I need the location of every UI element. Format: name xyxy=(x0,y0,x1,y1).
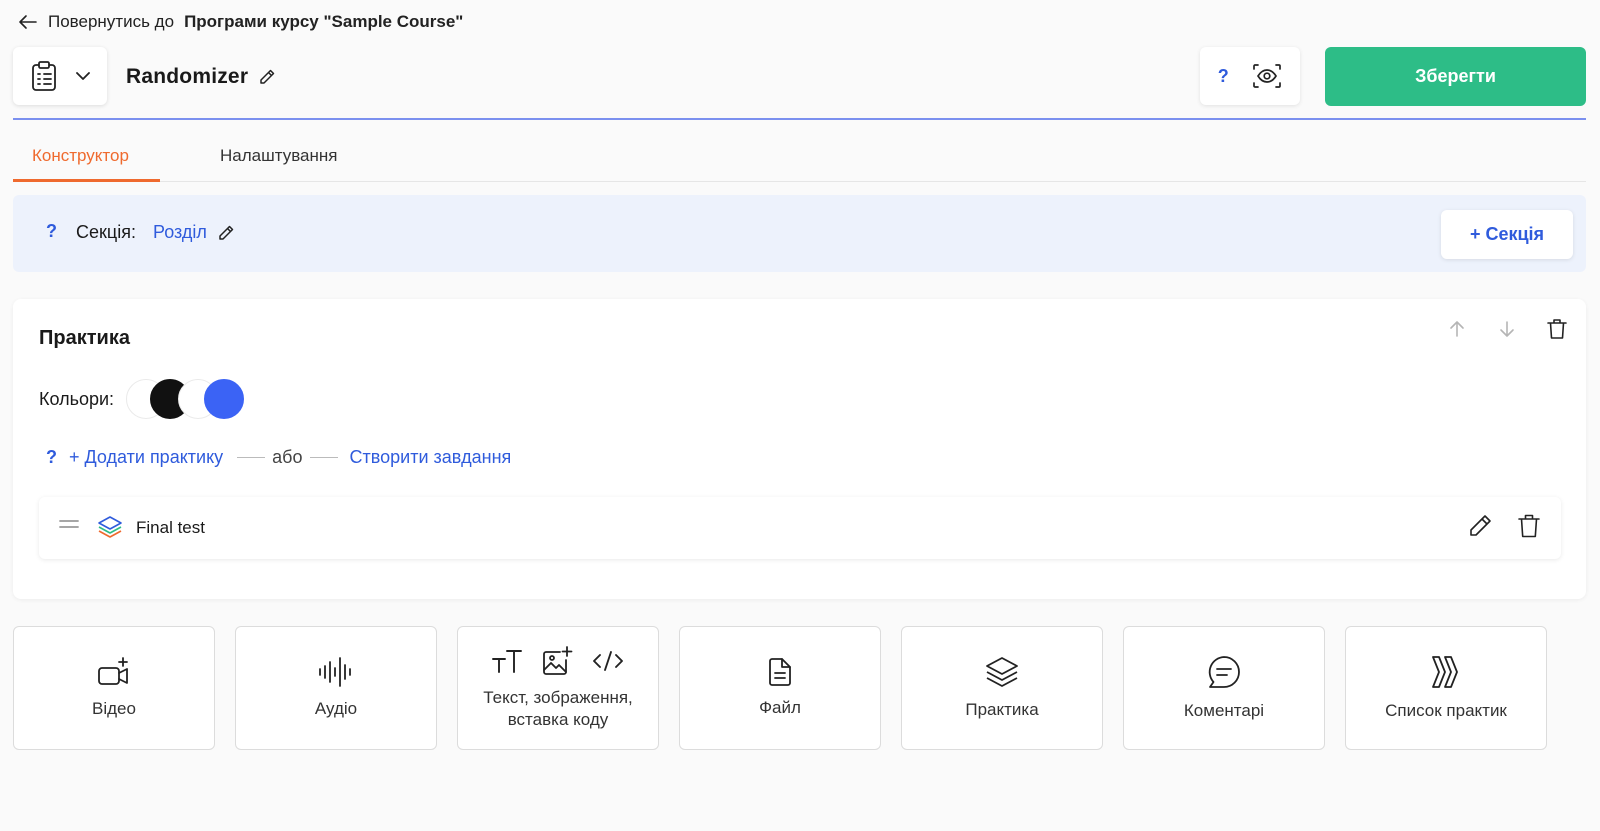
pencil-icon[interactable] xyxy=(258,68,276,86)
layers-icon xyxy=(984,655,1020,689)
lesson-type-selector[interactable] xyxy=(13,47,107,105)
trash-icon[interactable] xyxy=(1543,315,1571,343)
comment-icon xyxy=(1206,654,1242,690)
chevron-down-icon xyxy=(76,71,90,81)
lesson-title-text: Randomizer xyxy=(126,65,249,88)
arrow-left-icon xyxy=(18,14,38,30)
image-add-icon xyxy=(541,645,573,677)
section-name[interactable]: Розділ xyxy=(153,222,235,243)
practice-item-row[interactable]: Final test xyxy=(39,497,1561,559)
create-task-link[interactable]: Створити завдання xyxy=(350,447,512,468)
section-label: Секція: xyxy=(76,222,136,242)
trash-icon[interactable] xyxy=(1517,513,1541,539)
drag-handle-icon[interactable] xyxy=(59,518,79,530)
block-audio-label: Аудіо xyxy=(314,699,358,718)
back-link[interactable]: Повернутись до Програми курсу "Sample Co… xyxy=(18,12,463,32)
save-button[interactable]: Зберегти xyxy=(1325,47,1586,106)
pencil-icon[interactable] xyxy=(1467,513,1493,539)
practice-item-name: Final test xyxy=(136,518,205,537)
active-tab-underline xyxy=(13,179,160,182)
block-audio[interactable]: Аудіо xyxy=(235,626,437,750)
divider-dash xyxy=(309,457,338,458)
top-tools: ? xyxy=(1200,47,1300,105)
back-link-target: Програми курсу "Sample Course" xyxy=(184,12,464,31)
practice-card: Практика Кольори: ? + Додати практику аб… xyxy=(13,299,1586,599)
divider-dash xyxy=(237,457,266,458)
block-practice-list-label: Список практик xyxy=(1385,701,1507,720)
block-comments[interactable]: Коментарі xyxy=(1123,626,1325,750)
colors-label: Кольори: xyxy=(39,388,115,409)
block-practice-list[interactable]: Список практик xyxy=(1345,626,1547,750)
block-comments-label: Коментарі xyxy=(1183,701,1265,720)
block-practice-label: Практика xyxy=(965,700,1039,719)
text-image-code-icons xyxy=(491,645,625,677)
back-link-prefix: Повернутись до xyxy=(48,12,175,31)
or-text: або xyxy=(272,447,303,467)
card-actions xyxy=(1443,315,1571,343)
file-icon xyxy=(767,657,793,687)
audio-wave-icon xyxy=(317,656,355,688)
help-button[interactable]: ? xyxy=(1218,66,1229,87)
tab-settings[interactable]: Налаштування xyxy=(220,146,338,166)
add-practice-row: ? + Додати практику або Створити завданн… xyxy=(46,447,511,468)
tab-constructor[interactable]: Конструктор xyxy=(32,146,129,166)
practice-help-button[interactable]: ? xyxy=(46,447,57,468)
block-video[interactable]: Відео xyxy=(13,626,215,750)
layers-colored-icon xyxy=(97,514,123,540)
header-divider xyxy=(13,118,1586,120)
block-file-label: Файл xyxy=(759,698,801,717)
lesson-title: Randomizer xyxy=(126,65,276,89)
practice-title: Практика xyxy=(39,327,130,349)
practice-item-actions xyxy=(1467,513,1541,539)
pencil-icon[interactable] xyxy=(217,224,235,242)
add-practice-link[interactable]: + Додати практику xyxy=(69,447,223,468)
block-practice[interactable]: Практика xyxy=(901,626,1103,750)
block-file[interactable]: Файл xyxy=(679,626,881,750)
block-tiles: Відео Аудіо Текст, зображення, вставка к… xyxy=(13,626,1547,750)
block-text-image-code-label: Текст, зображення, вставка коду xyxy=(483,688,633,729)
block-video-label: Відео xyxy=(92,699,136,718)
text-size-icon xyxy=(491,648,523,674)
arrow-up-icon[interactable] xyxy=(1443,315,1471,343)
arrow-down-icon[interactable] xyxy=(1493,315,1521,343)
clipboard-icon xyxy=(30,60,58,92)
section-name-text: Розділ xyxy=(153,222,207,242)
tab-bar: Конструктор Налаштування xyxy=(13,140,1586,182)
practice-list-icon xyxy=(1429,654,1463,690)
section-help-button[interactable]: ? xyxy=(46,221,57,242)
color-swatch-blue[interactable] xyxy=(204,379,245,419)
code-icon xyxy=(591,649,625,673)
colors-row: Кольори: xyxy=(39,379,245,419)
add-section-button[interactable]: + Секція xyxy=(1441,210,1573,259)
color-swatches xyxy=(126,379,245,419)
video-add-icon xyxy=(97,656,131,688)
section-bar: ? Секція: Розділ + Секція xyxy=(13,195,1586,272)
eye-icon[interactable] xyxy=(1252,63,1282,89)
block-text-image-code[interactable]: Текст, зображення, вставка коду xyxy=(457,626,659,750)
